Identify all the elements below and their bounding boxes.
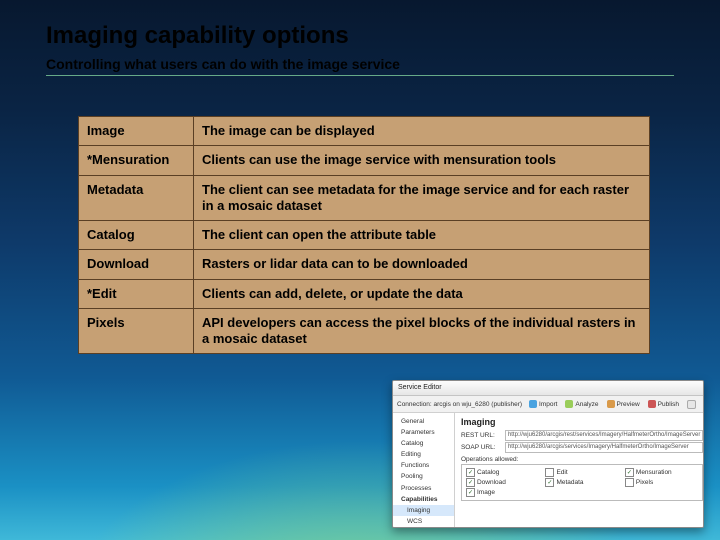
checkbox-label: Image xyxy=(477,489,495,496)
operation-checkbox[interactable]: ✓Catalog xyxy=(466,468,539,477)
table-row: DownloadRasters or lidar data can to be … xyxy=(79,250,650,279)
sidebar-item[interactable]: Parameters xyxy=(393,427,454,438)
soap-url-label: SOAP URL: xyxy=(461,444,501,451)
sidebar-item[interactable]: Pooling xyxy=(393,471,454,482)
table-row: *EditClients can add, delete, or update … xyxy=(79,279,650,308)
checkbox-label: Pixels xyxy=(636,479,653,486)
operation-checkbox[interactable]: ✓Metadata xyxy=(545,478,618,487)
analyze-icon xyxy=(565,400,573,408)
checkbox-label: Catalog xyxy=(477,469,499,476)
sidebar-item[interactable]: General xyxy=(393,416,454,427)
checkbox-label: Mensuration xyxy=(636,469,672,476)
capability-name: Metadata xyxy=(79,175,194,221)
checkbox-icon: ✓ xyxy=(625,468,634,477)
window-titlebar: Service Editor xyxy=(393,381,703,396)
capabilities-table: ImageThe image can be displayed*Mensurat… xyxy=(78,116,650,354)
operations-group: ✓CatalogEdit✓Mensuration✓Download✓Metada… xyxy=(461,464,703,501)
sidebar-item[interactable]: Functions xyxy=(393,460,454,471)
table-row: MetadataThe client can see metadata for … xyxy=(79,175,650,221)
checkbox-icon xyxy=(625,478,634,487)
capability-name: *Edit xyxy=(79,279,194,308)
checkbox-icon: ✓ xyxy=(466,488,475,497)
checkbox-label: Edit xyxy=(556,469,567,476)
capability-name: *Mensuration xyxy=(79,146,194,175)
help-button[interactable] xyxy=(684,399,699,410)
editor-toolbar: Connection: arcgis on wju_6280 (publishe… xyxy=(393,396,703,413)
table-row: ImageThe image can be displayed xyxy=(79,117,650,146)
help-icon xyxy=(687,400,696,409)
rest-url-label: REST URL: xyxy=(461,432,501,439)
capability-desc: Rasters or lidar data can to be download… xyxy=(194,250,650,279)
editor-main-panel: Imaging REST URL: http://wju6280/arcgis/… xyxy=(455,413,704,528)
sidebar-item[interactable]: Editing xyxy=(393,449,454,460)
import-button[interactable]: Import xyxy=(526,399,560,409)
checkbox-label: Metadata xyxy=(556,479,583,486)
soap-url-field[interactable]: http://wju6280/arcgis/services/Imagery/H… xyxy=(505,442,703,453)
operation-checkbox[interactable]: ✓Image xyxy=(466,488,539,497)
checkbox-icon: ✓ xyxy=(466,468,475,477)
capability-desc: Clients can use the image service with m… xyxy=(194,146,650,175)
sidebar-item-description[interactable]: Item Description xyxy=(393,527,454,528)
analyze-button[interactable]: Analyze xyxy=(562,399,601,409)
capability-desc: API developers can access the pixel bloc… xyxy=(194,308,650,354)
capability-name: Catalog xyxy=(79,221,194,250)
checkbox-icon: ✓ xyxy=(545,478,554,487)
rest-url-field[interactable]: http://wju6280/arcgis/rest/services/Imag… xyxy=(505,430,703,441)
sidebar-sub-item[interactable]: WCS xyxy=(393,516,454,527)
sidebar-item[interactable]: Catalog xyxy=(393,438,454,449)
capability-name: Download xyxy=(79,250,194,279)
operation-checkbox[interactable]: Pixels xyxy=(625,478,698,487)
panel-heading: Imaging xyxy=(461,417,703,427)
table-row: CatalogThe client can open the attribute… xyxy=(79,221,650,250)
publish-button[interactable]: Publish xyxy=(645,399,682,409)
capability-desc: The client can open the attribute table xyxy=(194,221,650,250)
capability-desc: The image can be displayed xyxy=(194,117,650,146)
operations-label: Operations allowed: xyxy=(461,456,703,463)
sidebar-capabilities-heading[interactable]: Capabilities xyxy=(393,494,454,505)
page-subtitle: Controlling what users can do with the i… xyxy=(46,56,674,76)
connection-label: Connection: arcgis on wju_6280 (publishe… xyxy=(397,401,524,408)
editor-sidebar: GeneralParametersCatalogEditingFunctions… xyxy=(393,413,455,528)
table-row: PixelsAPI developers can access the pixe… xyxy=(79,308,650,354)
sidebar-item[interactable]: Processes xyxy=(393,483,454,494)
capability-name: Image xyxy=(79,117,194,146)
publish-icon xyxy=(648,400,656,408)
operation-checkbox[interactable]: Edit xyxy=(545,468,618,477)
preview-icon xyxy=(607,400,615,408)
checkbox-label: Download xyxy=(477,479,506,486)
capability-desc: The client can see metadata for the imag… xyxy=(194,175,650,221)
checkbox-icon xyxy=(545,468,554,477)
operation-checkbox[interactable]: ✓Mensuration xyxy=(625,468,698,477)
preview-button[interactable]: Preview xyxy=(604,399,643,409)
operation-checkbox[interactable]: ✓Download xyxy=(466,478,539,487)
import-icon xyxy=(529,400,537,408)
service-editor-window: Service Editor Connection: arcgis on wju… xyxy=(392,380,704,528)
checkbox-icon: ✓ xyxy=(466,478,475,487)
page-title: Imaging capability options xyxy=(46,22,674,50)
capability-name: Pixels xyxy=(79,308,194,354)
sidebar-sub-item[interactable]: Imaging xyxy=(393,505,454,516)
capability-desc: Clients can add, delete, or update the d… xyxy=(194,279,650,308)
table-row: *MensurationClients can use the image se… xyxy=(79,146,650,175)
